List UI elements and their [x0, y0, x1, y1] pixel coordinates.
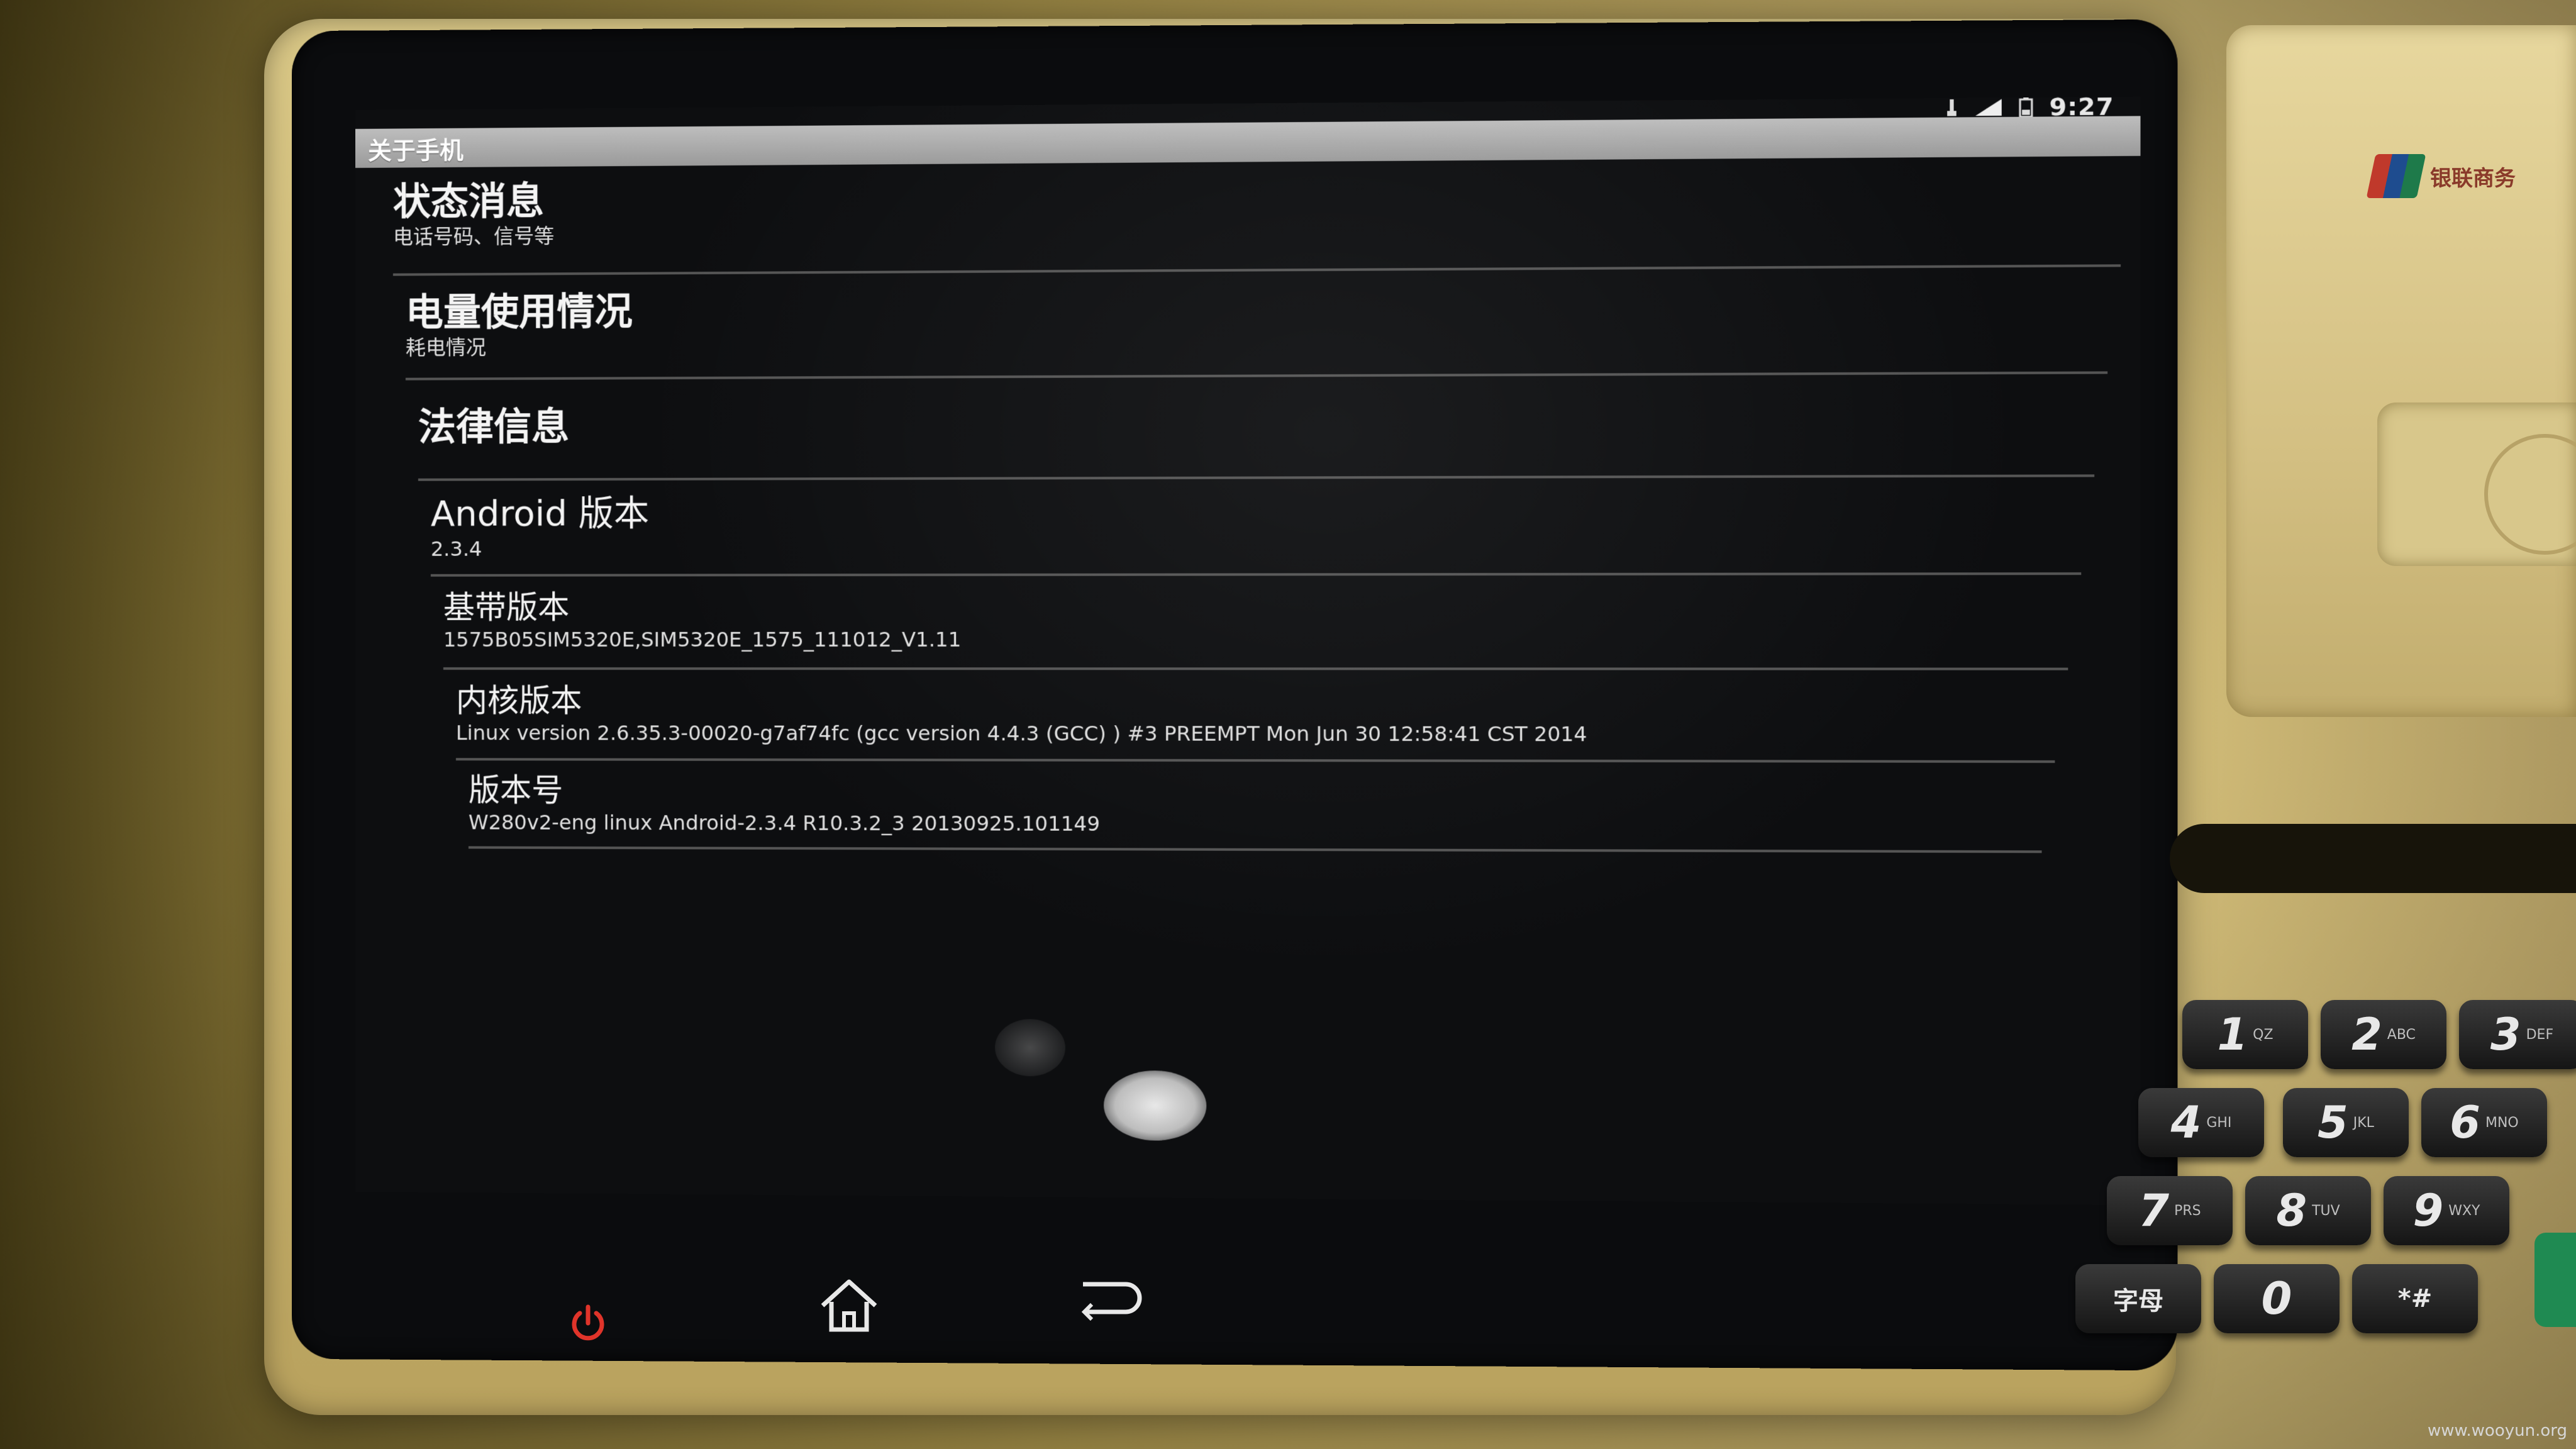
key-letters: PRS — [2174, 1202, 2201, 1219]
signal-icon — [1974, 97, 2003, 117]
usb-icon — [1946, 98, 1959, 118]
key-letters: DEF — [2526, 1026, 2554, 1043]
key-letters: GHI — [2206, 1114, 2232, 1131]
key-number: 6 — [2450, 1097, 2480, 1148]
item-title: Android 版本 — [430, 492, 650, 535]
item-title: 法律信息 — [418, 404, 570, 450]
item-subtitle: 1575B05SIM5320E,SIM5320E_1575_111012_V1.… — [443, 627, 962, 652]
key-letters-toggle[interactable]: 字母 — [2075, 1264, 2201, 1333]
battery-icon — [2019, 97, 2033, 118]
key-4[interactable]: 4 GHI — [2138, 1088, 2264, 1157]
key-6[interactable]: 6 MNO — [2421, 1088, 2547, 1157]
logo-text: 银联商务 — [2430, 165, 2516, 191]
key-8[interactable]: 8 TUV — [2245, 1176, 2371, 1245]
key-letters: TUV — [2312, 1202, 2340, 1219]
card-reader-unit — [2226, 25, 2576, 717]
key-star-hash[interactable]: *# — [2352, 1264, 2478, 1333]
key-number: 9 — [2412, 1185, 2444, 1236]
list-item-android-version[interactable]: Android 版本 2.3.4 — [430, 477, 2082, 577]
item-subtitle: 2.3.4 — [430, 536, 482, 561]
home-icon — [821, 1279, 877, 1332]
power-icon — [572, 1304, 604, 1341]
item-title: 基带版本 — [443, 589, 570, 626]
key-number: 5 — [2318, 1097, 2348, 1148]
key-number: 4 — [2170, 1097, 2202, 1148]
item-title: 内核版本 — [455, 682, 582, 719]
key-label: 字母 — [2113, 1287, 2163, 1316]
key-3[interactable]: 3 DEF — [2459, 1000, 2576, 1069]
screen-title: 关于手机 — [367, 136, 464, 165]
key-label: *# — [2397, 1284, 2433, 1313]
key-7[interactable]: 7 PRS — [2107, 1176, 2233, 1245]
key-2[interactable]: 2 ABC — [2321, 1000, 2446, 1069]
card-slot — [2170, 824, 2576, 893]
key-0[interactable]: 0 — [2214, 1264, 2340, 1333]
key-letters: MNO — [2485, 1114, 2519, 1131]
android-screen: 9:27 关于手机 状态消息 电话号码、信号等 电量使用情况 耗电情况 法律信息… — [355, 96, 2141, 1206]
list-item-kernel-version[interactable]: 内核版本 Linux version 2.6.35.3-00020-g7af74… — [455, 670, 2055, 763]
list-item-baseband-version[interactable]: 基带版本 1575B05SIM5320E,SIM5320E_1575_11101… — [443, 575, 2068, 670]
logo-mark — [2366, 154, 2426, 198]
key-number: 2 — [2351, 1009, 2382, 1060]
confirm-key[interactable] — [2534, 1233, 2576, 1327]
item-title: 版本号 — [468, 772, 564, 809]
back-button[interactable] — [1072, 1270, 1148, 1327]
key-letters: ABC — [2387, 1026, 2416, 1043]
pin-keypad: 1 QZ 2 ABC 3 DEF 4 GHI 5 JKL 6 MNO 7 PRS 8 TUV 9… — [2075, 1000, 2576, 1352]
power-button[interactable] — [560, 1296, 616, 1352]
key-letters: JKL — [2353, 1114, 2374, 1131]
list-item-legal-info[interactable]: 法律信息 — [418, 374, 2095, 481]
screen-glare — [995, 1019, 1065, 1077]
screen-glare — [1104, 1070, 1207, 1141]
list-item-battery-usage[interactable]: 电量使用情况 耗电情况 — [405, 267, 2108, 380]
key-number: 7 — [2138, 1185, 2170, 1236]
settings-list: 状态消息 电话号码、信号等 电量使用情况 耗电情况 法律信息 Android 版… — [355, 156, 2141, 853]
navigation-bar — [478, 1245, 1296, 1371]
key-number: 8 — [2276, 1185, 2307, 1236]
list-item-build-number[interactable]: 版本号 W280v2-eng linux Android-2.3.4 R10.3… — [468, 760, 2042, 853]
item-subtitle: Linux version 2.6.35.3-00020-g7af74fc (g… — [455, 721, 1587, 747]
unionpay-logo: 银联商务 — [2366, 148, 2576, 204]
key-letters: QZ — [2253, 1026, 2273, 1043]
key-9[interactable]: 9 WXY — [2384, 1176, 2509, 1245]
key-5[interactable]: 5 JKL — [2283, 1088, 2409, 1157]
key-number: 0 — [2261, 1273, 2292, 1324]
watermark: www.wooyun.org — [2427, 1421, 2567, 1440]
photo-stage: 9:27 关于手机 状态消息 电话号码、信号等 电量使用情况 耗电情况 法律信息… — [0, 0, 2576, 1449]
key-number: 1 — [2217, 1009, 2248, 1060]
item-title: 电量使用情况 — [405, 289, 633, 335]
key-number: 3 — [2490, 1009, 2521, 1060]
list-item-status[interactable]: 状态消息 电话号码、信号等 — [392, 156, 2121, 276]
key-letters: WXY — [2448, 1202, 2480, 1219]
key-1[interactable]: 1 QZ — [2182, 1000, 2308, 1069]
item-subtitle: W280v2-eng linux Android-2.3.4 R10.3.2_3… — [468, 810, 1101, 836]
back-icon — [1081, 1282, 1142, 1321]
home-button[interactable] — [814, 1270, 884, 1340]
